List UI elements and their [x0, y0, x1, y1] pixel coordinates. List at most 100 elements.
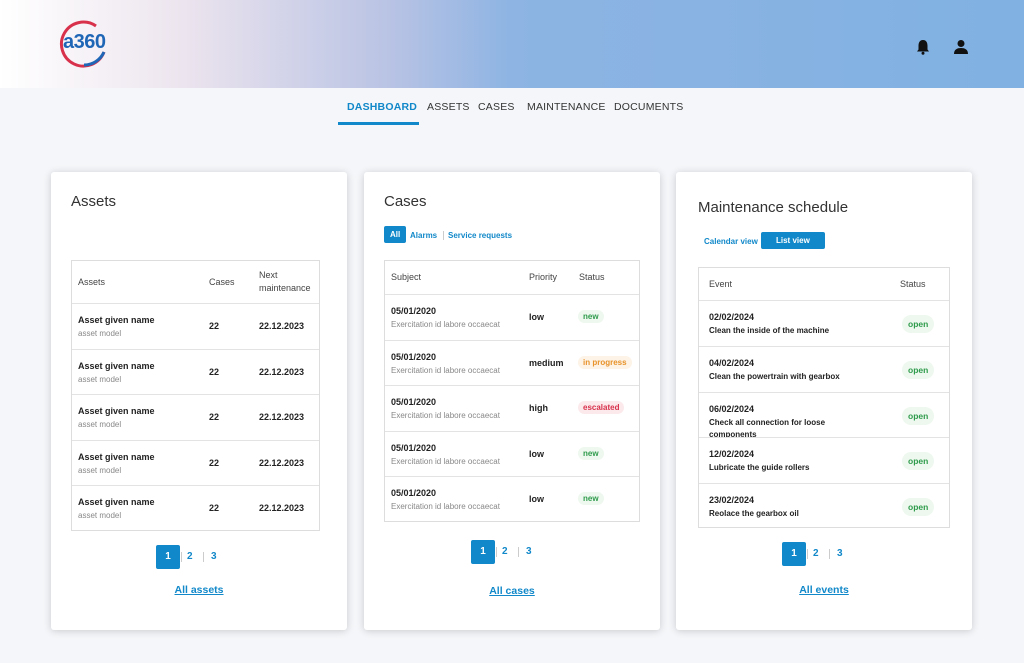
status-badge: new [578, 447, 604, 460]
table-row[interactable]: 05/01/2020 Exercitation id labore occaec… [385, 476, 639, 522]
page-1-button[interactable]: 1 [156, 545, 180, 569]
status-badge: open [902, 407, 935, 425]
asset-name: Asset given name [78, 315, 155, 325]
case-date: 05/01/2020 [391, 488, 437, 498]
status-badge: in progress [578, 356, 632, 369]
event-description: Clean the powertrain with gearbox [709, 372, 840, 381]
table-row[interactable]: 05/01/2020 Exercitation id labore occaec… [385, 294, 639, 340]
page-3-button[interactable]: 3 [526, 546, 532, 557]
table-row[interactable]: 05/01/2020 Exercitation id labore occaec… [385, 431, 639, 477]
all-assets-link[interactable]: All assets [51, 584, 347, 596]
event-description: Lubricate the guide rollers [709, 463, 810, 472]
bell-icon[interactable] [914, 38, 932, 56]
table-row[interactable]: 05/01/2020 Exercitation id labore occaec… [385, 385, 639, 431]
asset-cases: 22 [209, 412, 220, 422]
card-title: Maintenance schedule [698, 199, 849, 216]
event-description: Clean the inside of the machine [709, 326, 830, 335]
filter-alarms-button[interactable]: Alarms [410, 231, 437, 240]
nav-maintenance[interactable]: MAINTENANCE [527, 101, 606, 113]
asset-cases: 22 [209, 503, 220, 513]
status-badge: open [902, 315, 935, 333]
asset-cases: 22 [209, 458, 220, 468]
table-row[interactable]: 12/02/2024 Lubricate the guide rollers o… [699, 437, 949, 483]
event-date: 23/02/2024 [709, 495, 755, 505]
case-date: 05/01/2020 [391, 306, 437, 316]
asset-name: Asset given name [78, 361, 155, 371]
cases-card: Cases All Alarms Service requests Subjec… [364, 172, 660, 630]
status-badge: escalated [578, 401, 625, 414]
nav-assets[interactable]: ASSETS [427, 101, 470, 113]
table-row[interactable]: 23/02/2024 Reolace the gearbox oil open [699, 483, 949, 529]
page-2-button[interactable]: 2 [187, 551, 193, 562]
table-row[interactable]: 05/01/2020 Exercitation id labore occaec… [385, 340, 639, 386]
all-cases-link[interactable]: All cases [364, 585, 660, 597]
asset-model: asset model [78, 329, 122, 338]
card-title: Assets [71, 193, 117, 210]
assets-table: Assets Cases Next maintenance Asset give… [71, 260, 320, 531]
column-header: Priority [529, 272, 558, 282]
column-header: Cases [209, 277, 235, 287]
table-row[interactable]: Asset given name asset model 22 22.12.20… [72, 349, 319, 395]
pagination-divider [518, 547, 519, 557]
table-row[interactable]: Asset given name asset model 22 22.12.20… [72, 394, 319, 440]
table-row[interactable]: Asset given name asset model 22 22.12.20… [72, 303, 319, 349]
table-row[interactable]: 06/02/2024 Check all connection for loos… [699, 392, 949, 438]
nav-documents[interactable]: DOCUMENTS [614, 101, 683, 113]
case-description: Exercitation id labore occaecat [391, 411, 500, 420]
list-view-button[interactable]: List view [761, 232, 825, 249]
case-date: 05/01/2020 [391, 352, 437, 362]
page-3-button[interactable]: 3 [837, 548, 843, 559]
asset-model: asset model [78, 466, 122, 475]
asset-cases: 22 [209, 367, 220, 377]
event-date: 04/02/2024 [709, 358, 755, 368]
case-priority: low [529, 312, 544, 322]
status-badge: open [902, 361, 935, 379]
pagination-divider [496, 547, 497, 557]
column-header: Event [709, 279, 733, 289]
column-header: Subject [391, 272, 422, 282]
asset-next-maintenance: 22.12.2023 [259, 321, 305, 331]
asset-next-maintenance: 22.12.2023 [259, 412, 305, 422]
cases-table: Subject Priority Status 05/01/2020 Exerc… [384, 260, 640, 522]
table-row[interactable]: 04/02/2024 Clean the powertrain with gea… [699, 346, 949, 392]
status-badge: new [578, 310, 604, 323]
pagination-divider [807, 549, 808, 559]
table-row[interactable]: Asset given name asset model 22 22.12.20… [72, 485, 319, 531]
page-1-button[interactable]: 1 [782, 542, 806, 566]
page-2-button[interactable]: 2 [813, 548, 819, 559]
asset-next-maintenance: 22.12.2023 [259, 367, 305, 377]
case-priority: medium [529, 358, 564, 368]
nav-cases[interactable]: CASES [478, 101, 515, 113]
status-badge: open [902, 452, 935, 470]
table-row[interactable]: 02/02/2024 Clean the inside of the machi… [699, 300, 949, 346]
user-icon[interactable] [952, 38, 970, 56]
event-date: 06/02/2024 [709, 404, 755, 414]
filter-all-button[interactable]: All [384, 226, 407, 243]
filter-service-requests-button[interactable]: Service requests [448, 231, 512, 240]
calendar-view-button[interactable]: Calendar view [704, 237, 758, 246]
event-date: 12/02/2024 [709, 449, 755, 459]
asset-model: asset model [78, 375, 122, 384]
all-events-link[interactable]: All events [676, 584, 972, 596]
nav-dashboard[interactable]: DASHBOARD [347, 101, 417, 113]
column-header: Status [900, 279, 926, 289]
table-row[interactable]: Asset given name asset model 22 22.12.20… [72, 440, 319, 486]
filter-divider [443, 231, 444, 240]
event-date: 02/02/2024 [709, 312, 755, 322]
column-header: Status [579, 272, 605, 282]
page-3-button[interactable]: 3 [211, 551, 217, 562]
maintenance-table: Event Status 02/02/2024 Clean the inside… [698, 267, 950, 528]
page-1-button[interactable]: 1 [471, 540, 495, 564]
case-priority: low [529, 494, 544, 504]
nav-active-indicator [338, 122, 419, 125]
asset-name: Asset given name [78, 452, 155, 462]
maintenance-card: Maintenance schedule Calendar view List … [676, 172, 972, 630]
status-badge: open [902, 498, 935, 516]
pagination-divider [829, 549, 830, 559]
column-header: Assets [78, 277, 106, 287]
case-description: Exercitation id labore occaecat [391, 366, 500, 375]
pagination-divider [181, 552, 182, 562]
page-2-button[interactable]: 2 [502, 546, 508, 557]
asset-model: asset model [78, 511, 122, 520]
logo-text: a360 [63, 31, 106, 53]
